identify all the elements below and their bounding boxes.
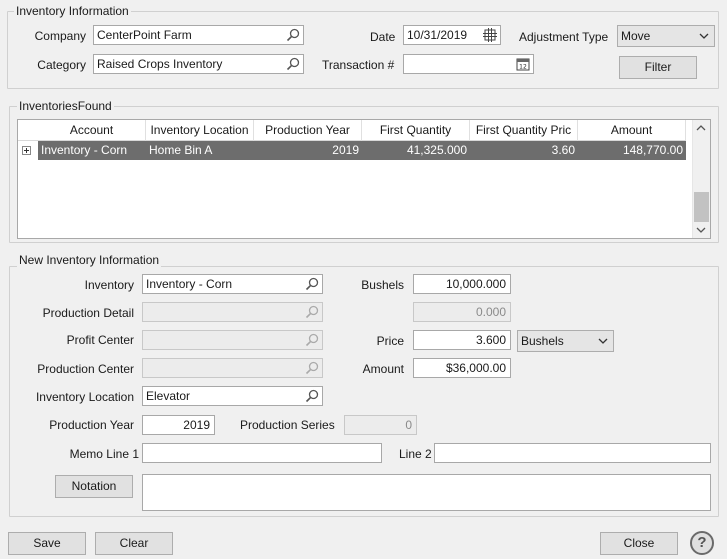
- amount-value: $36,000.00: [445, 361, 506, 375]
- scroll-down-icon[interactable]: [696, 226, 706, 234]
- adjustment-type-value: Move: [621, 29, 651, 43]
- filter-button[interactable]: Filter: [619, 56, 697, 79]
- inventories-found-title: InventoriesFound: [17, 99, 114, 113]
- production-center-search-icon[interactable]: [304, 360, 320, 376]
- date-label: Date: [370, 30, 396, 44]
- date-field[interactable]: 10/31/2019: [403, 25, 501, 45]
- company-search-icon[interactable]: [285, 27, 301, 43]
- cell-production-year: 2019: [332, 143, 359, 157]
- production-center-label: Production Center: [37, 362, 134, 376]
- svg-text:12: 12: [519, 64, 527, 71]
- row-expander-icon[interactable]: [22, 146, 31, 155]
- transaction-label: Transaction #: [322, 58, 395, 72]
- inventory-information-group: [7, 11, 719, 89]
- calendar-grid-icon[interactable]: [482, 27, 498, 43]
- cell-amount: 148,770.00: [622, 143, 683, 157]
- notation-textarea[interactable]: [142, 474, 711, 511]
- price-label: Price: [376, 334, 404, 348]
- grid-vertical-scrollbar[interactable]: [692, 120, 710, 238]
- price-unit-select[interactable]: Bushels: [517, 330, 614, 352]
- secondary-quantity-field[interactable]: 0.000: [413, 302, 511, 322]
- inventory-value: Inventory - Corn: [146, 277, 233, 291]
- price-value: 3.600: [475, 333, 506, 347]
- production-series-value: 0: [405, 418, 412, 432]
- inventory-location-label: Inventory Location: [35, 390, 134, 404]
- profit-center-field[interactable]: [142, 330, 323, 350]
- column-header-amount[interactable]: Amount: [578, 120, 686, 141]
- category-label: Category: [37, 58, 86, 72]
- memo-line-1-field[interactable]: [142, 443, 382, 463]
- notation-button[interactable]: Notation: [55, 475, 133, 498]
- column-header-account[interactable]: Account: [38, 120, 146, 141]
- inventory-information-title: Inventory Information: [14, 4, 131, 18]
- scroll-thumb[interactable]: [694, 192, 709, 222]
- production-series-field[interactable]: 0: [344, 415, 417, 435]
- inventory-label: Inventory: [84, 278, 134, 292]
- line-2-label: Line 2: [399, 447, 432, 461]
- production-year-value: 2019: [183, 418, 210, 432]
- profit-center-search-icon[interactable]: [304, 332, 320, 348]
- adjustment-type-label: Adjustment Type: [519, 30, 609, 44]
- grid-header-spacer: [18, 120, 38, 141]
- production-year-field[interactable]: 2019: [142, 415, 215, 435]
- column-header-inventory-location[interactable]: Inventory Location: [146, 120, 254, 141]
- cell-first-quantity-price: 3.60: [551, 143, 575, 157]
- production-detail-search-icon[interactable]: [304, 304, 320, 320]
- column-header-first-quantity-price[interactable]: First Quantity Pric: [470, 120, 578, 141]
- category-value: Raised Crops Inventory: [97, 57, 223, 71]
- scroll-up-icon[interactable]: [696, 124, 706, 132]
- help-icon[interactable]: ?: [690, 531, 714, 555]
- company-value: CenterPoint Farm: [97, 28, 192, 42]
- clear-button[interactable]: Clear: [95, 532, 173, 555]
- category-field[interactable]: Raised Crops Inventory: [93, 54, 304, 74]
- production-detail-label: Production Detail: [42, 306, 134, 320]
- bushels-value: 10,000.000: [445, 277, 506, 291]
- bushels-label: Bushels: [361, 278, 404, 292]
- column-header-production-year[interactable]: Production Year: [254, 120, 362, 141]
- inventory-location-value: Elevator: [146, 389, 191, 403]
- table-row[interactable]: Inventory - Corn Home Bin A 2019 41,325.…: [38, 141, 686, 160]
- inventory-search-icon[interactable]: [304, 276, 320, 292]
- production-series-label: Production Series: [240, 418, 335, 432]
- profit-center-label: Profit Center: [66, 333, 134, 347]
- line-2-field[interactable]: [434, 443, 711, 463]
- amount-field[interactable]: $36,000.00: [413, 358, 511, 378]
- company-field[interactable]: CenterPoint Farm: [93, 25, 304, 45]
- column-header-first-quantity[interactable]: First Quantity: [362, 120, 470, 141]
- plus-icon: [24, 148, 29, 153]
- calendar-icon[interactable]: 12: [515, 56, 531, 72]
- production-detail-field[interactable]: [142, 302, 323, 322]
- save-button[interactable]: Save: [8, 532, 86, 555]
- secondary-quantity-value: 0.000: [475, 305, 506, 319]
- date-value: 10/31/2019: [407, 28, 468, 42]
- transaction-field[interactable]: 12: [403, 54, 534, 74]
- price-unit-value: Bushels: [521, 334, 564, 348]
- inventories-grid[interactable]: Account Inventory Location Production Ye…: [17, 119, 711, 239]
- cell-account: Inventory - Corn: [41, 143, 128, 157]
- inventory-field[interactable]: Inventory - Corn: [142, 274, 323, 294]
- company-label: Company: [34, 29, 86, 43]
- cell-first-quantity: 41,325.000: [406, 143, 467, 157]
- amount-label: Amount: [362, 362, 404, 376]
- adjustment-type-select[interactable]: Move: [617, 25, 715, 47]
- cell-inventory-location: Home Bin A: [149, 143, 213, 157]
- chevron-down-icon: [699, 33, 709, 39]
- bushels-field[interactable]: 10,000.000: [413, 274, 511, 294]
- memo-line-1-label: Memo Line 1: [69, 447, 139, 461]
- close-button[interactable]: Close: [600, 532, 678, 555]
- new-inventory-information-title: New Inventory Information: [17, 253, 162, 267]
- category-search-icon[interactable]: [285, 56, 301, 72]
- production-center-field[interactable]: [142, 358, 323, 378]
- inventory-location-search-icon[interactable]: [304, 388, 320, 404]
- production-year-label: Production Year: [49, 418, 134, 432]
- chevron-down-icon: [598, 338, 608, 344]
- price-field[interactable]: 3.600: [413, 330, 511, 350]
- inventory-location-field[interactable]: Elevator: [142, 386, 323, 406]
